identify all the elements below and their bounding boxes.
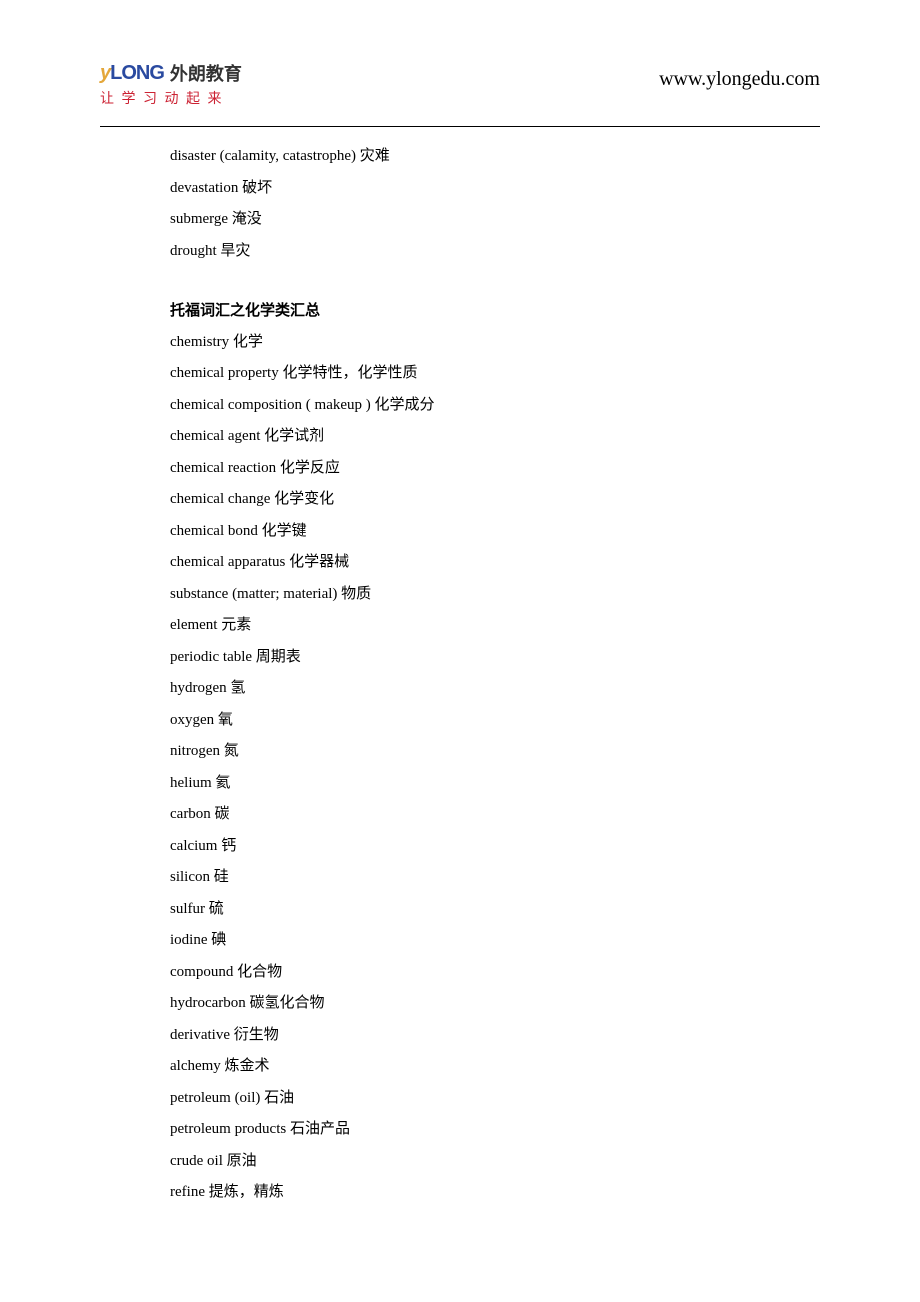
section-heading: 托福词汇之化学类汇总: [170, 295, 820, 327]
brand-logo: yLONG 外朗教育 让 学 习 动 起 来: [100, 60, 242, 108]
vocab-line: element 元素: [170, 610, 820, 642]
logo-letter-long: LONG: [110, 62, 164, 84]
vocab-line: drought 旱灾: [170, 236, 820, 268]
vocab-line: compound 化合物: [170, 957, 820, 989]
intro-list: disaster (calamity, catastrophe) 灾难devas…: [170, 141, 820, 267]
vocab-line: petroleum (oil) 石油: [170, 1083, 820, 1115]
vocab-line: oxygen 氧: [170, 705, 820, 737]
vocab-line: alchemy 炼金术: [170, 1051, 820, 1083]
logo-top-row: yLONG 外朗教育: [100, 60, 242, 86]
vocab-line: chemistry 化学: [170, 327, 820, 359]
vocab-line: chemical bond 化学键: [170, 516, 820, 548]
logo-letter-y: y: [100, 62, 110, 84]
vocab-line: silicon 硅: [170, 862, 820, 894]
logo-wordmark: yLONG: [100, 62, 164, 85]
page-header: yLONG 外朗教育 让 学 习 动 起 来 www.ylongedu.com: [0, 60, 920, 108]
vocab-line: iodine 碘: [170, 925, 820, 957]
document-page: yLONG 外朗教育 让 学 习 动 起 来 www.ylongedu.com …: [0, 0, 920, 1249]
vocab-line: devastation 破坏: [170, 173, 820, 205]
vocab-line: periodic table 周期表: [170, 642, 820, 674]
vocab-line: nitrogen 氮: [170, 736, 820, 768]
vocab-line: chemical reaction 化学反应: [170, 453, 820, 485]
vocab-line: derivative 衍生物: [170, 1020, 820, 1052]
vocab-line: disaster (calamity, catastrophe) 灾难: [170, 141, 820, 173]
logo-tagline: 让 学 习 动 起 来: [100, 88, 224, 108]
vocab-line: sulfur 硫: [170, 894, 820, 926]
vocab-line: chemical change 化学变化: [170, 484, 820, 516]
vocab-list: chemistry 化学chemical property 化学特性，化学性质c…: [170, 327, 820, 1209]
vocab-line: crude oil 原油: [170, 1146, 820, 1178]
vocab-line: chemical agent 化学试剂: [170, 421, 820, 453]
vocab-line: substance (matter; material) 物质: [170, 579, 820, 611]
vocab-line: submerge 淹没: [170, 204, 820, 236]
logo-chinese: 外朗教育: [170, 60, 242, 86]
vocab-line: helium 氦: [170, 768, 820, 800]
vocab-line: hydrogen 氢: [170, 673, 820, 705]
site-url: www.ylongedu.com: [659, 68, 820, 91]
document-body: disaster (calamity, catastrophe) 灾难devas…: [0, 141, 920, 1209]
vocab-line: calcium 钙: [170, 831, 820, 863]
vocab-line: carbon 碳: [170, 799, 820, 831]
vocab-line: hydrocarbon 碳氢化合物: [170, 988, 820, 1020]
vocab-line: petroleum products 石油产品: [170, 1114, 820, 1146]
vocab-line: chemical property 化学特性，化学性质: [170, 358, 820, 390]
vocab-line: chemical apparatus 化学器械: [170, 547, 820, 579]
vocab-line: refine 提炼，精炼: [170, 1177, 820, 1209]
header-divider: [100, 126, 820, 127]
vocab-line: chemical composition ( makeup ) 化学成分: [170, 390, 820, 422]
